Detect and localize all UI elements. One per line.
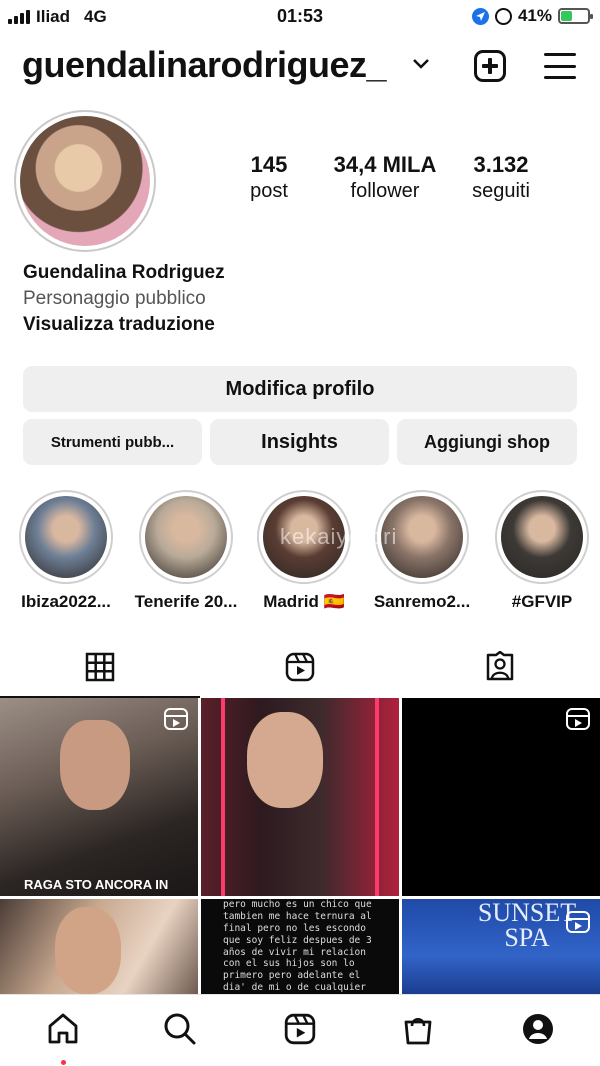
grid-post[interactable]: SUNSET SPA — [402, 899, 600, 994]
highlight-label: Ibiza2022... — [21, 592, 111, 611]
nav-profile[interactable] — [518, 1011, 558, 1051]
grid-post[interactable] — [201, 698, 399, 896]
reels-icon — [283, 1012, 317, 1051]
highlight-ibiza[interactable]: Ibiza2022... — [6, 490, 126, 612]
nav-home[interactable] — [43, 1011, 83, 1051]
tab-tagged[interactable] — [400, 640, 600, 698]
grid-icon — [85, 652, 115, 687]
battery-percent: 41% — [517, 6, 552, 25]
nav-reels[interactable] — [280, 1011, 320, 1051]
post-grid: RAGA STO ANCORA IN pero mucho es un chic… — [0, 698, 600, 994]
post-photo — [60, 720, 130, 810]
highlight-gfvip[interactable]: #GFVIP — [482, 490, 600, 612]
translate-link[interactable]: Visualizza traduzione — [23, 314, 583, 336]
stat-followers-label: follower — [350, 180, 420, 202]
highlight-label: Tenerife 20... — [134, 592, 238, 611]
grid-post[interactable] — [402, 698, 600, 896]
highlight-label: #GFVIP — [511, 592, 573, 611]
highlight-tenerife[interactable]: Tenerife 20... — [126, 490, 246, 612]
nav-shop[interactable] — [398, 1011, 438, 1051]
tab-posts-grid[interactable] — [0, 640, 200, 698]
watermark: kekaiyorbri — [280, 524, 398, 549]
stat-posts[interactable]: 145 post — [229, 152, 309, 203]
profile-icon — [521, 1012, 555, 1051]
menu-icon[interactable] — [544, 53, 576, 79]
avatar[interactable] — [14, 110, 156, 252]
grid-post[interactable]: RAGA STO ANCORA IN — [0, 698, 198, 896]
insights-button[interactable]: Insights — [210, 419, 389, 465]
highlight-cover — [145, 496, 227, 578]
username-switcher[interactable]: guendalinarodriguez_ — [22, 44, 387, 86]
highlight-label: Madrid 🇪🇸 — [263, 592, 345, 611]
tab-reels[interactable] — [200, 640, 400, 698]
battery-charging-icon — [558, 8, 593, 24]
new-post-icon[interactable] — [474, 50, 506, 82]
post-photo — [55, 907, 121, 994]
avatar-image — [20, 116, 150, 246]
stat-posts-label: post — [250, 180, 288, 202]
stat-followers-count: 34,4 MILA — [333, 152, 437, 177]
grid-post[interactable] — [0, 899, 198, 994]
rotation-lock-icon — [494, 7, 512, 25]
edit-profile-button[interactable]: Modifica profilo — [23, 366, 577, 412]
shop-icon — [401, 1012, 435, 1051]
post-caption: RAGA STO ANCORA IN — [24, 877, 169, 892]
location-icon — [471, 7, 489, 25]
category-label: Personaggio pubblico — [23, 288, 206, 309]
reels-badge-icon — [566, 708, 590, 730]
home-icon — [46, 1012, 80, 1051]
highlight-cover — [25, 496, 107, 578]
stat-following-count: 3.132 — [473, 152, 529, 177]
notification-dot — [61, 1060, 66, 1065]
stat-following-label: seguiti — [472, 180, 530, 202]
battery-level — [561, 11, 573, 21]
tagged-icon — [484, 650, 516, 688]
highlight-label: Sanremo2... — [373, 592, 471, 611]
search-icon — [163, 1012, 197, 1051]
stat-following[interactable]: 3.132 seguiti — [458, 152, 544, 203]
profile-header: guendalinarodriguez_ — [0, 38, 600, 94]
post-photo — [247, 712, 323, 808]
bottom-nav — [0, 994, 600, 1066]
reels-badge-icon — [164, 708, 188, 730]
professional-tools-button[interactable]: Strumenti pubb... — [23, 419, 202, 465]
grid-post[interactable]: pero mucho es un chico que tambien me ha… — [201, 899, 399, 994]
reels-badge-icon — [566, 911, 590, 933]
highlight-madrid[interactable]: Madrid 🇪🇸 — [244, 490, 364, 612]
highlight-cover — [501, 496, 583, 578]
reels-icon — [284, 651, 316, 688]
status-bar: Iliad 4G 01:53 41% — [0, 0, 600, 34]
bio: Guendalina Rodriguez Personaggio pubblic… — [23, 262, 583, 336]
stat-followers[interactable]: 34,4 MILA follower — [325, 152, 445, 203]
display-name: Guendalina Rodriguez — [23, 262, 225, 283]
add-shop-button[interactable]: Aggiungi shop — [397, 419, 577, 465]
chevron-down-icon[interactable] — [412, 50, 430, 76]
highlight-sanremo[interactable]: Sanremo2... — [362, 490, 482, 612]
stat-posts-count: 145 — [250, 152, 288, 177]
profile-tabs — [0, 640, 600, 698]
nav-search[interactable] — [160, 1011, 200, 1051]
post-text: pero mucho es un chico que tambien me ha… — [223, 899, 372, 994]
